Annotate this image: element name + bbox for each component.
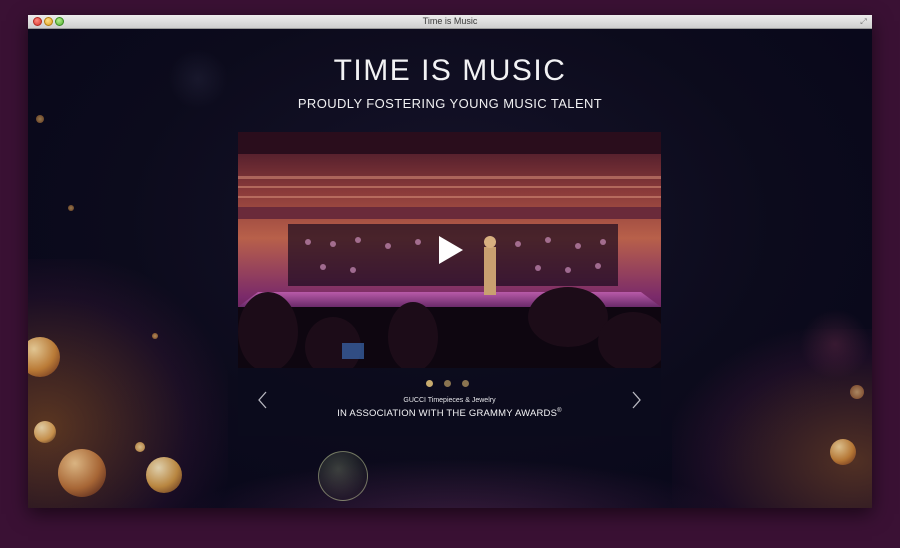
bokeh-bubble bbox=[135, 442, 145, 452]
bokeh-bubble bbox=[850, 385, 864, 399]
bokeh-bubble bbox=[318, 451, 368, 501]
sponsor-name: GUCCI Timepieces & Jewelry bbox=[403, 397, 496, 404]
browser-window: Time is Music ⤢ TIME IS MUSIC PROUDLY FO… bbox=[28, 15, 872, 508]
window-title: Time is Music bbox=[422, 16, 478, 26]
sponsor-panel: GUCCI Timepieces & Jewelry IN ASSOCIATIO… bbox=[238, 368, 661, 436]
bokeh-bubble bbox=[34, 421, 56, 443]
bokeh-bubble bbox=[36, 115, 44, 123]
page-subtitle: PROUDLY FOSTERING YOUNG MUSIC TALENT bbox=[297, 96, 603, 111]
decorative-glow-bottom bbox=[178, 458, 738, 508]
bokeh-bubble bbox=[800, 309, 870, 379]
bokeh-bubble bbox=[58, 449, 106, 497]
bokeh-bubble bbox=[146, 457, 182, 493]
video-player[interactable] bbox=[238, 132, 661, 368]
page-stage: TIME IS MUSIC PROUDLY FOSTERING YOUNG MU… bbox=[28, 29, 872, 508]
fullscreen-icon[interactable]: ⤢ bbox=[859, 17, 868, 26]
page-title: TIME IS MUSIC bbox=[333, 54, 567, 87]
carousel-dot-1[interactable] bbox=[426, 380, 433, 387]
play-icon bbox=[439, 236, 463, 264]
bokeh-bubble bbox=[152, 333, 158, 339]
association-text: IN ASSOCIATION WITH THE GRAMMY AWARDS bbox=[337, 408, 558, 420]
carousel-dot-2[interactable] bbox=[444, 380, 451, 387]
bokeh-bubble bbox=[68, 205, 74, 211]
window-titlebar: Time is Music ⤢ bbox=[28, 15, 872, 29]
play-button[interactable] bbox=[436, 235, 466, 265]
registered-mark: ® bbox=[557, 408, 562, 414]
sponsor-association: IN ASSOCIATION WITH THE GRAMMY AWARDS® bbox=[238, 408, 661, 419]
carousel-dot-3[interactable] bbox=[462, 380, 469, 387]
bokeh-bubble bbox=[830, 439, 856, 465]
